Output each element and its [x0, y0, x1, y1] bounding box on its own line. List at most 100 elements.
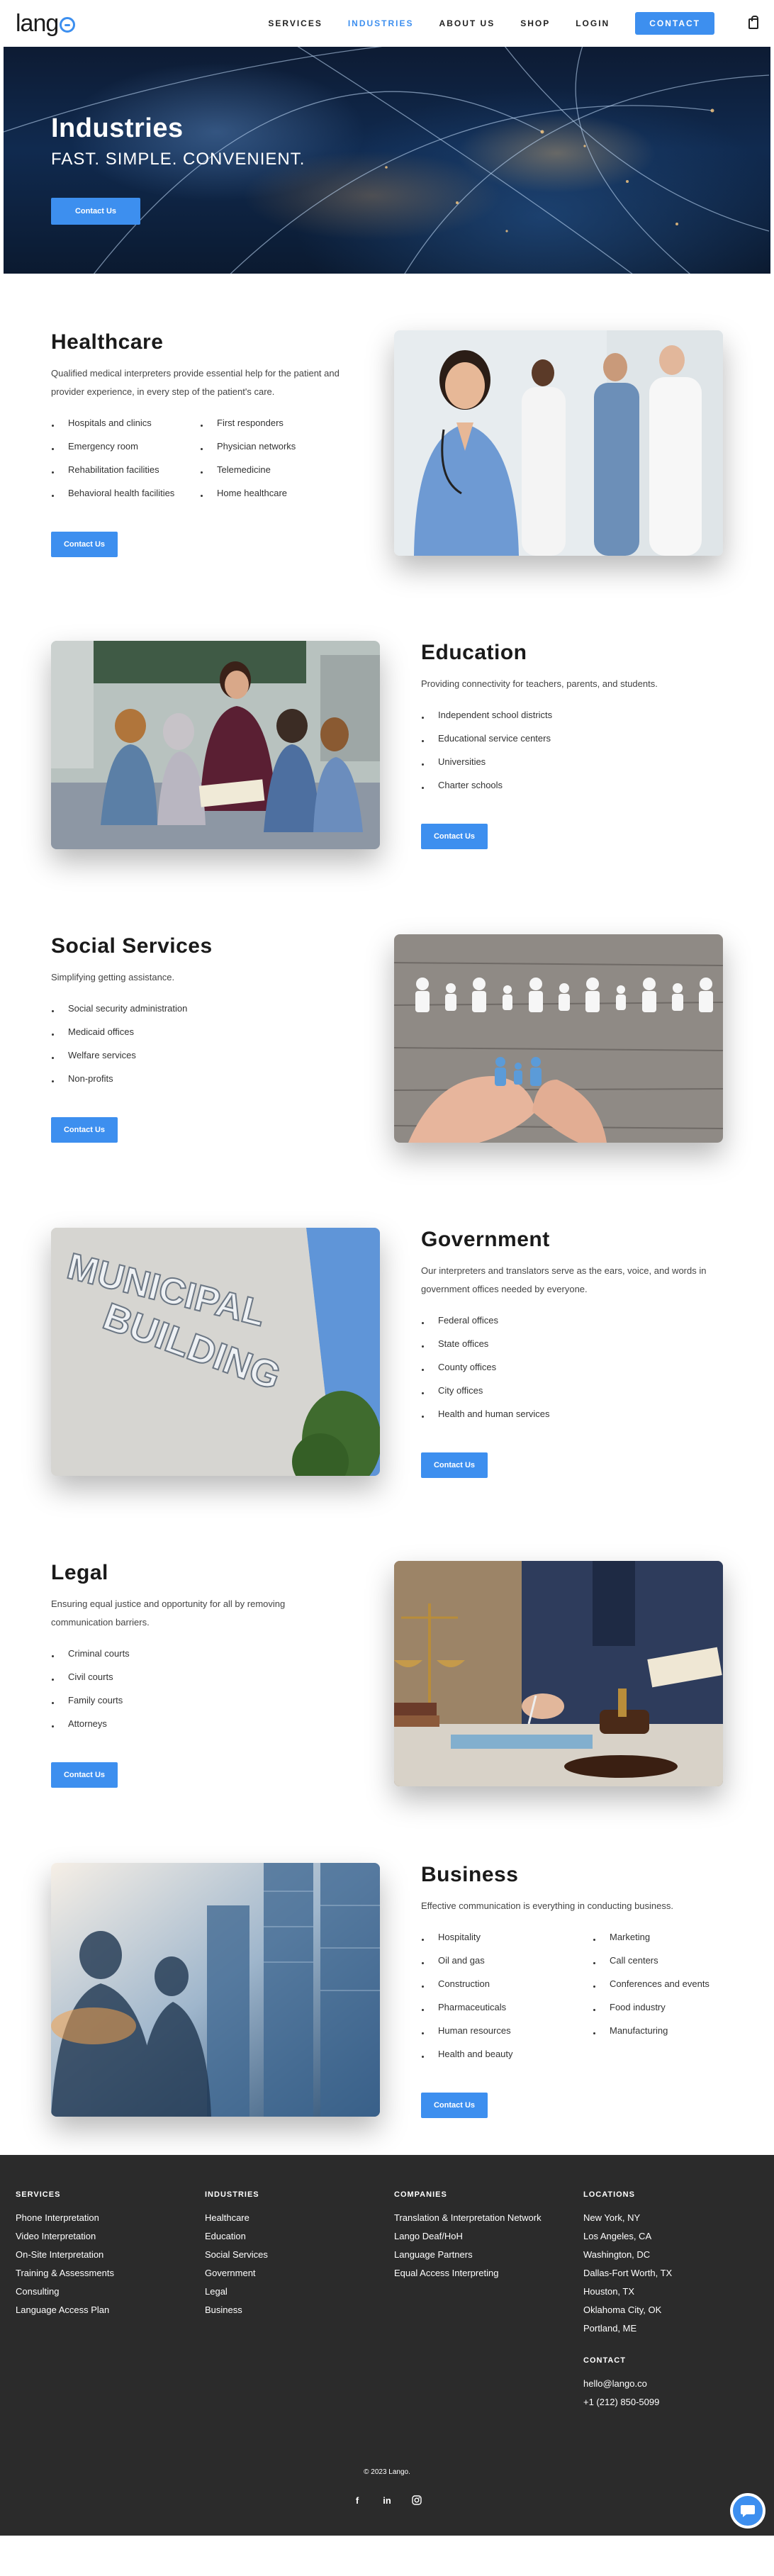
- section-description: Qualified medical interpreters provide e…: [51, 368, 340, 397]
- contact-us-button[interactable]: Contact Us: [51, 1762, 118, 1788]
- list-item: Emergency room: [51, 435, 200, 458]
- footer-heading: COMPANIES: [394, 2190, 447, 2199]
- feature-lists: Hospitality Oil and gas Construction Pha…: [421, 1925, 733, 2066]
- social-services-text: Social Services Simplifying getting assi…: [51, 934, 349, 1143]
- logo[interactable]: lang: [16, 9, 76, 38]
- footer-link[interactable]: Translation & Interpretation Network: [394, 2209, 542, 2227]
- list-item: State offices: [421, 1332, 676, 1355]
- government-text: Government Our interpreters and translat…: [421, 1228, 719, 1478]
- instagram-icon[interactable]: [411, 2495, 422, 2507]
- list-item: City offices: [421, 1379, 676, 1402]
- list-item: Social security administration: [51, 997, 306, 1020]
- nav-item-login[interactable]: LOGIN: [576, 18, 610, 28]
- footer-link[interactable]: Language Partners: [394, 2246, 542, 2264]
- list-item: Attorneys: [51, 1712, 306, 1735]
- footer-locations: LOCATIONS New York, NY Los Angeles, CA W…: [583, 2190, 672, 2412]
- footer-phone-link[interactable]: +1 (212) 850-5099: [583, 2393, 672, 2412]
- section-description: Effective communication is everything in…: [421, 1900, 674, 1911]
- section-description: Simplifying getting assistance.: [51, 972, 175, 982]
- list-item: Home healthcare: [200, 481, 349, 505]
- list-item: Health and beauty: [421, 2042, 593, 2066]
- logo-text: lang: [16, 9, 59, 37]
- list-item: Call centers: [593, 1949, 733, 1972]
- list-item: Civil courts: [51, 1665, 306, 1689]
- classroom-reading-photo: [51, 641, 380, 849]
- contact-us-button[interactable]: Contact Us: [421, 824, 488, 849]
- section-description: Providing connectivity for teachers, par…: [421, 678, 658, 689]
- business-skyline-photo: [51, 1863, 380, 2117]
- list-item: First responders: [200, 411, 349, 435]
- list-item: Universities: [421, 750, 676, 773]
- footer-location: Portland, ME: [583, 2323, 637, 2334]
- footer-link[interactable]: Phone Interpretation: [16, 2209, 114, 2227]
- contact-us-button[interactable]: Contact Us: [421, 2093, 488, 2118]
- section-government: MUNICIPAL BUILDING Government Our interp…: [0, 1154, 774, 1487]
- list-item: Charter schools: [421, 773, 676, 797]
- list-item: Marketing: [593, 1925, 733, 1949]
- footer-link[interactable]: Language Access Plan: [16, 2301, 114, 2319]
- list-right: Marketing Call centers Conferences and e…: [593, 1925, 733, 2066]
- footer-link[interactable]: Lango Deaf/HoH: [394, 2227, 542, 2246]
- hero-contact-button[interactable]: Contact Us: [51, 198, 140, 225]
- list-item: Hospitals and clinics: [51, 411, 200, 435]
- footer-link[interactable]: Business: [205, 2301, 268, 2319]
- list-item: Independent school districts: [421, 703, 676, 727]
- list-item: Construction: [421, 1972, 593, 1995]
- footer-location: Los Angeles, CA: [583, 2231, 652, 2241]
- hero-banner: Industries FAST. SIMPLE. CONVENIENT. Con…: [4, 47, 770, 274]
- page-title: Industries: [51, 113, 184, 143]
- paper-family-hands-photo: [394, 934, 723, 1143]
- list-item: Telemedicine: [200, 458, 349, 481]
- footer-link[interactable]: Government: [205, 2264, 268, 2283]
- section-legal: Legal Ensuring equal justice and opportu…: [0, 1487, 774, 1788]
- list-item: Human resources: [421, 2019, 593, 2042]
- list-item: Non-profits: [51, 1067, 306, 1090]
- section-title: Government: [421, 1228, 550, 1251]
- list-item: Pharmaceuticals: [421, 1995, 593, 2019]
- footer-industries: INDUSTRIES Healthcare Education Social S…: [205, 2190, 268, 2319]
- footer-companies: COMPANIES Translation & Interpretation N…: [394, 2190, 542, 2283]
- nav-item-industries[interactable]: INDUSTRIES: [348, 18, 414, 28]
- feature-list: Federal offices State offices County off…: [421, 1309, 676, 1426]
- chat-widget-button[interactable]: [730, 2493, 765, 2529]
- section-healthcare: Healthcare Qualified medical interpreter…: [0, 274, 774, 567]
- section-description: Ensuring equal justice and opportunity f…: [51, 1598, 286, 1628]
- feature-list: Social security administration Medicaid …: [51, 997, 306, 1090]
- chat-bubble-icon: [741, 2505, 755, 2517]
- footer-link[interactable]: Equal Access Interpreting: [394, 2264, 542, 2283]
- list-item: County offices: [421, 1355, 676, 1379]
- list-left: Hospitality Oil and gas Construction Pha…: [421, 1925, 593, 2066]
- nav-item-shop[interactable]: SHOP: [520, 18, 550, 28]
- nav-item-services[interactable]: SERVICES: [268, 18, 322, 28]
- footer-link[interactable]: Social Services: [205, 2246, 268, 2264]
- education-text: Education Providing connectivity for tea…: [421, 641, 719, 849]
- footer-link[interactable]: Healthcare: [205, 2209, 268, 2227]
- healthcare-text: Healthcare Qualified medical interpreter…: [51, 330, 349, 557]
- list-item: Hospitality: [421, 1925, 593, 1949]
- contact-us-button[interactable]: Contact Us: [51, 532, 118, 557]
- footer-location: Washington, DC: [583, 2249, 651, 2260]
- business-text: Business Effective communication is ever…: [421, 1863, 733, 2118]
- nav-item-about-us[interactable]: ABOUT US: [439, 18, 495, 28]
- footer-link[interactable]: Training & Assessments: [16, 2264, 114, 2283]
- hero-content: Industries FAST. SIMPLE. CONVENIENT. Con…: [51, 113, 305, 225]
- linkedin-icon[interactable]: in: [381, 2495, 393, 2507]
- footer-link[interactable]: Legal: [205, 2283, 268, 2301]
- footer-link[interactable]: Education: [205, 2227, 268, 2246]
- footer-link[interactable]: Video Interpretation: [16, 2227, 114, 2246]
- section-title: Education: [421, 641, 527, 664]
- facebook-icon[interactable]: f: [352, 2495, 363, 2507]
- contact-us-button[interactable]: Contact Us: [421, 1452, 488, 1478]
- contact-us-button[interactable]: Contact Us: [51, 1117, 118, 1143]
- footer-email-link[interactable]: hello@lango.co: [583, 2375, 672, 2393]
- list-item: Rehabilitation facilities: [51, 458, 200, 481]
- list-item: Health and human services: [421, 1402, 676, 1426]
- nav-contact-button[interactable]: CONTACT: [635, 12, 714, 35]
- cart-icon[interactable]: [748, 15, 758, 29]
- footer-heading: CONTACT: [583, 2356, 626, 2365]
- footer-location: Dallas-Fort Worth, TX: [583, 2268, 673, 2278]
- footer-link[interactable]: Consulting: [16, 2283, 114, 2301]
- footer-link[interactable]: On-Site Interpretation: [16, 2246, 114, 2264]
- site-footer: SERVICES Phone Interpretation Video Inte…: [0, 2155, 774, 2536]
- section-title: Legal: [51, 1561, 108, 1584]
